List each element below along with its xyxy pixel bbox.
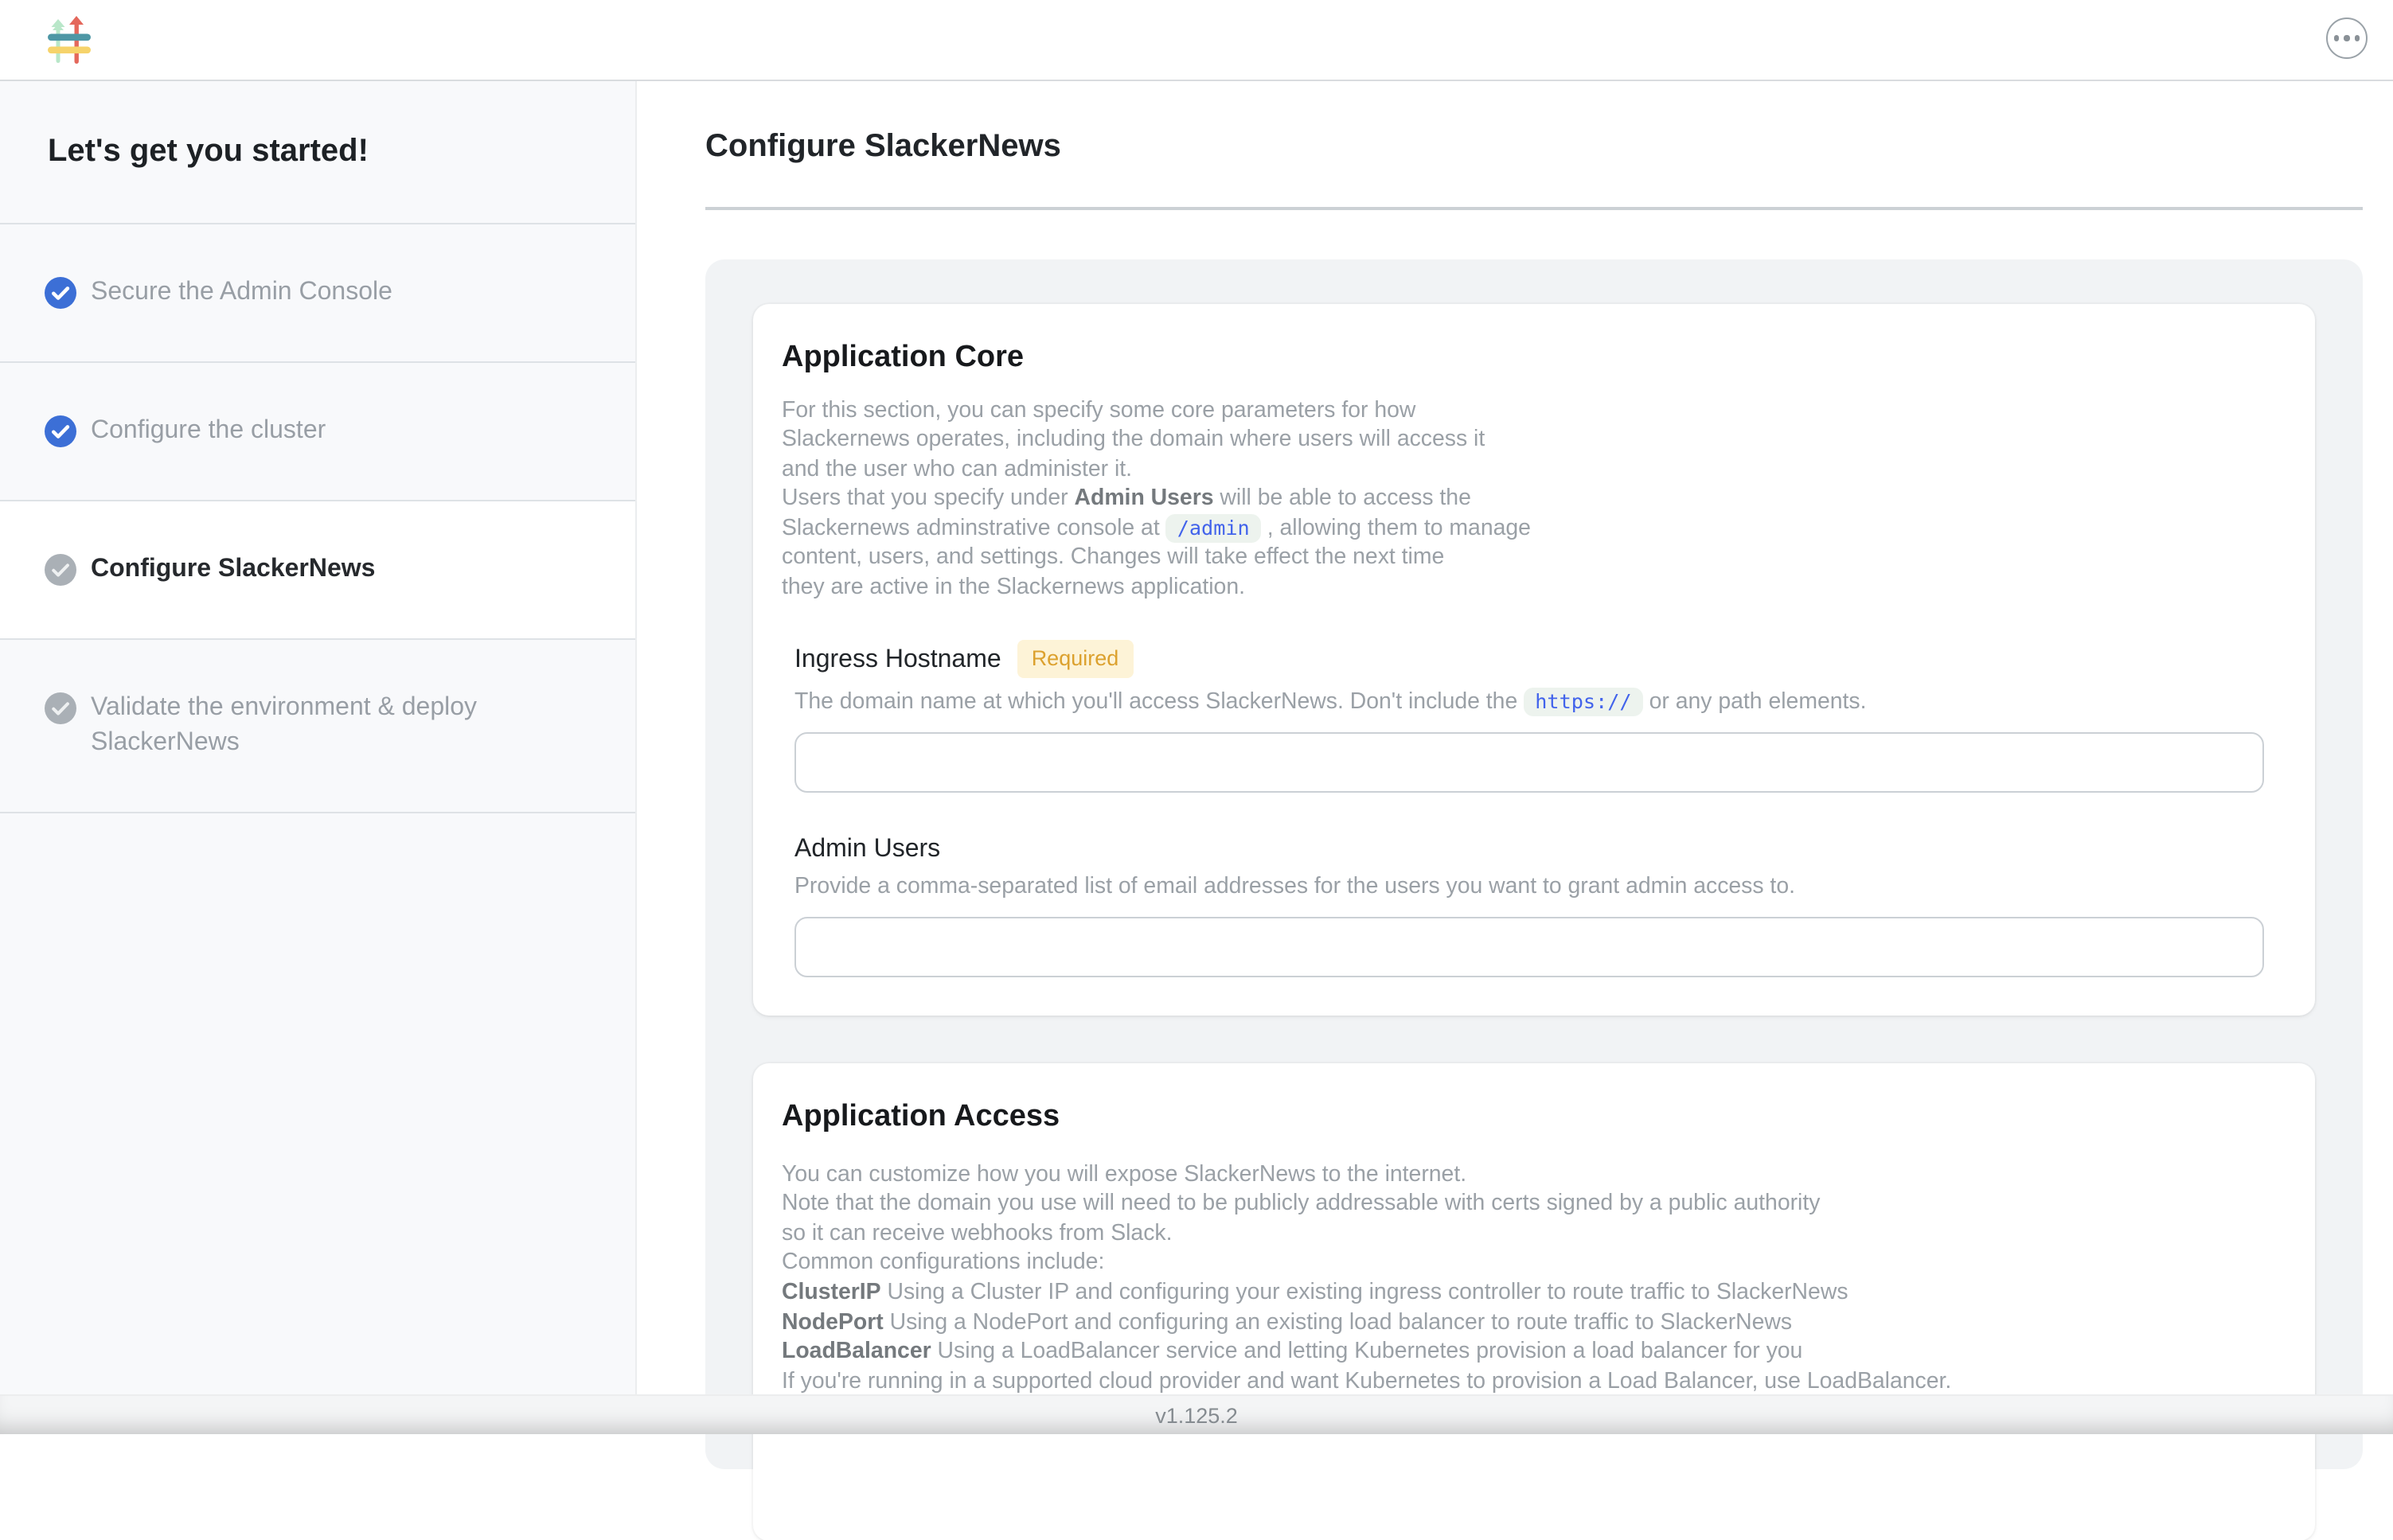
ingress-hostname-input[interactable] [794, 731, 2264, 792]
footer: v1.125.2 [0, 1394, 2393, 1434]
slackernews-logo-icon [48, 16, 91, 65]
ellipsis-menu-button[interactable] [2326, 18, 2368, 59]
required-badge: Required [1017, 639, 1134, 677]
application-core-card: Application Core For this section, you c… [753, 303, 2315, 1015]
page-title: Configure SlackerNews [705, 127, 2363, 166]
check-circle-icon [45, 554, 76, 586]
application-access-card: Application Access You can customize how… [753, 1062, 2315, 1540]
ellipsis-icon [2334, 36, 2340, 41]
setup-wizard-page: Let's get you started! Secure the Admin … [0, 0, 2393, 1434]
title-divider [705, 207, 2363, 209]
sidebar-item-validate-deploy[interactable]: Validate the environment & deploy Slacke… [0, 640, 635, 813]
check-circle-icon [45, 415, 76, 447]
sidebar-item-configure-cluster[interactable]: Configure the cluster [0, 363, 635, 501]
sidebar-item-label: Validate the environment & deploy Slacke… [91, 691, 552, 761]
field-label: Ingress HostnameRequired [794, 641, 2264, 679]
card-description: You can customize how you will expose Sl… [782, 1160, 2286, 1397]
admin-users-field-group: Admin Users Provide a comma-separated li… [794, 833, 2264, 977]
ellipsis-icon [2344, 36, 2350, 41]
setup-steps-sidebar: Let's get you started! Secure the Admin … [0, 80, 637, 1434]
sidebar-title: Let's get you started! [0, 80, 635, 224]
sidebar-item-label: Secure the Admin Console [91, 275, 392, 310]
main-content: Configure SlackerNews Application Core F… [637, 80, 2393, 1434]
sidebar-item-label: Configure SlackerNews [91, 552, 375, 587]
app-version: v1.125.2 [1155, 1403, 1238, 1427]
sidebar-item-label: Configure the cluster [91, 414, 326, 449]
ingress-hostname-field-group: Ingress HostnameRequired The domain name… [794, 641, 2264, 792]
admin-users-input[interactable] [794, 916, 2264, 977]
sidebar-item-secure-admin-console[interactable]: Secure the Admin Console [0, 224, 635, 363]
config-panel: Application Core For this section, you c… [705, 259, 2363, 1468]
card-title: Application Core [782, 338, 2286, 375]
field-help: The domain name at which you'll access S… [794, 685, 2264, 717]
ellipsis-icon [2355, 36, 2360, 41]
top-header [0, 0, 2393, 81]
card-description: For this section, you can specify some c… [782, 396, 2286, 602]
sidebar-item-configure-slackernews[interactable]: Configure SlackerNews [0, 501, 635, 640]
check-circle-icon [45, 692, 76, 724]
card-title: Application Access [782, 1097, 2286, 1134]
check-circle-icon [45, 277, 76, 309]
field-label: Admin Users [794, 833, 2264, 865]
field-help: Provide a comma-separated list of email … [794, 871, 2264, 902]
